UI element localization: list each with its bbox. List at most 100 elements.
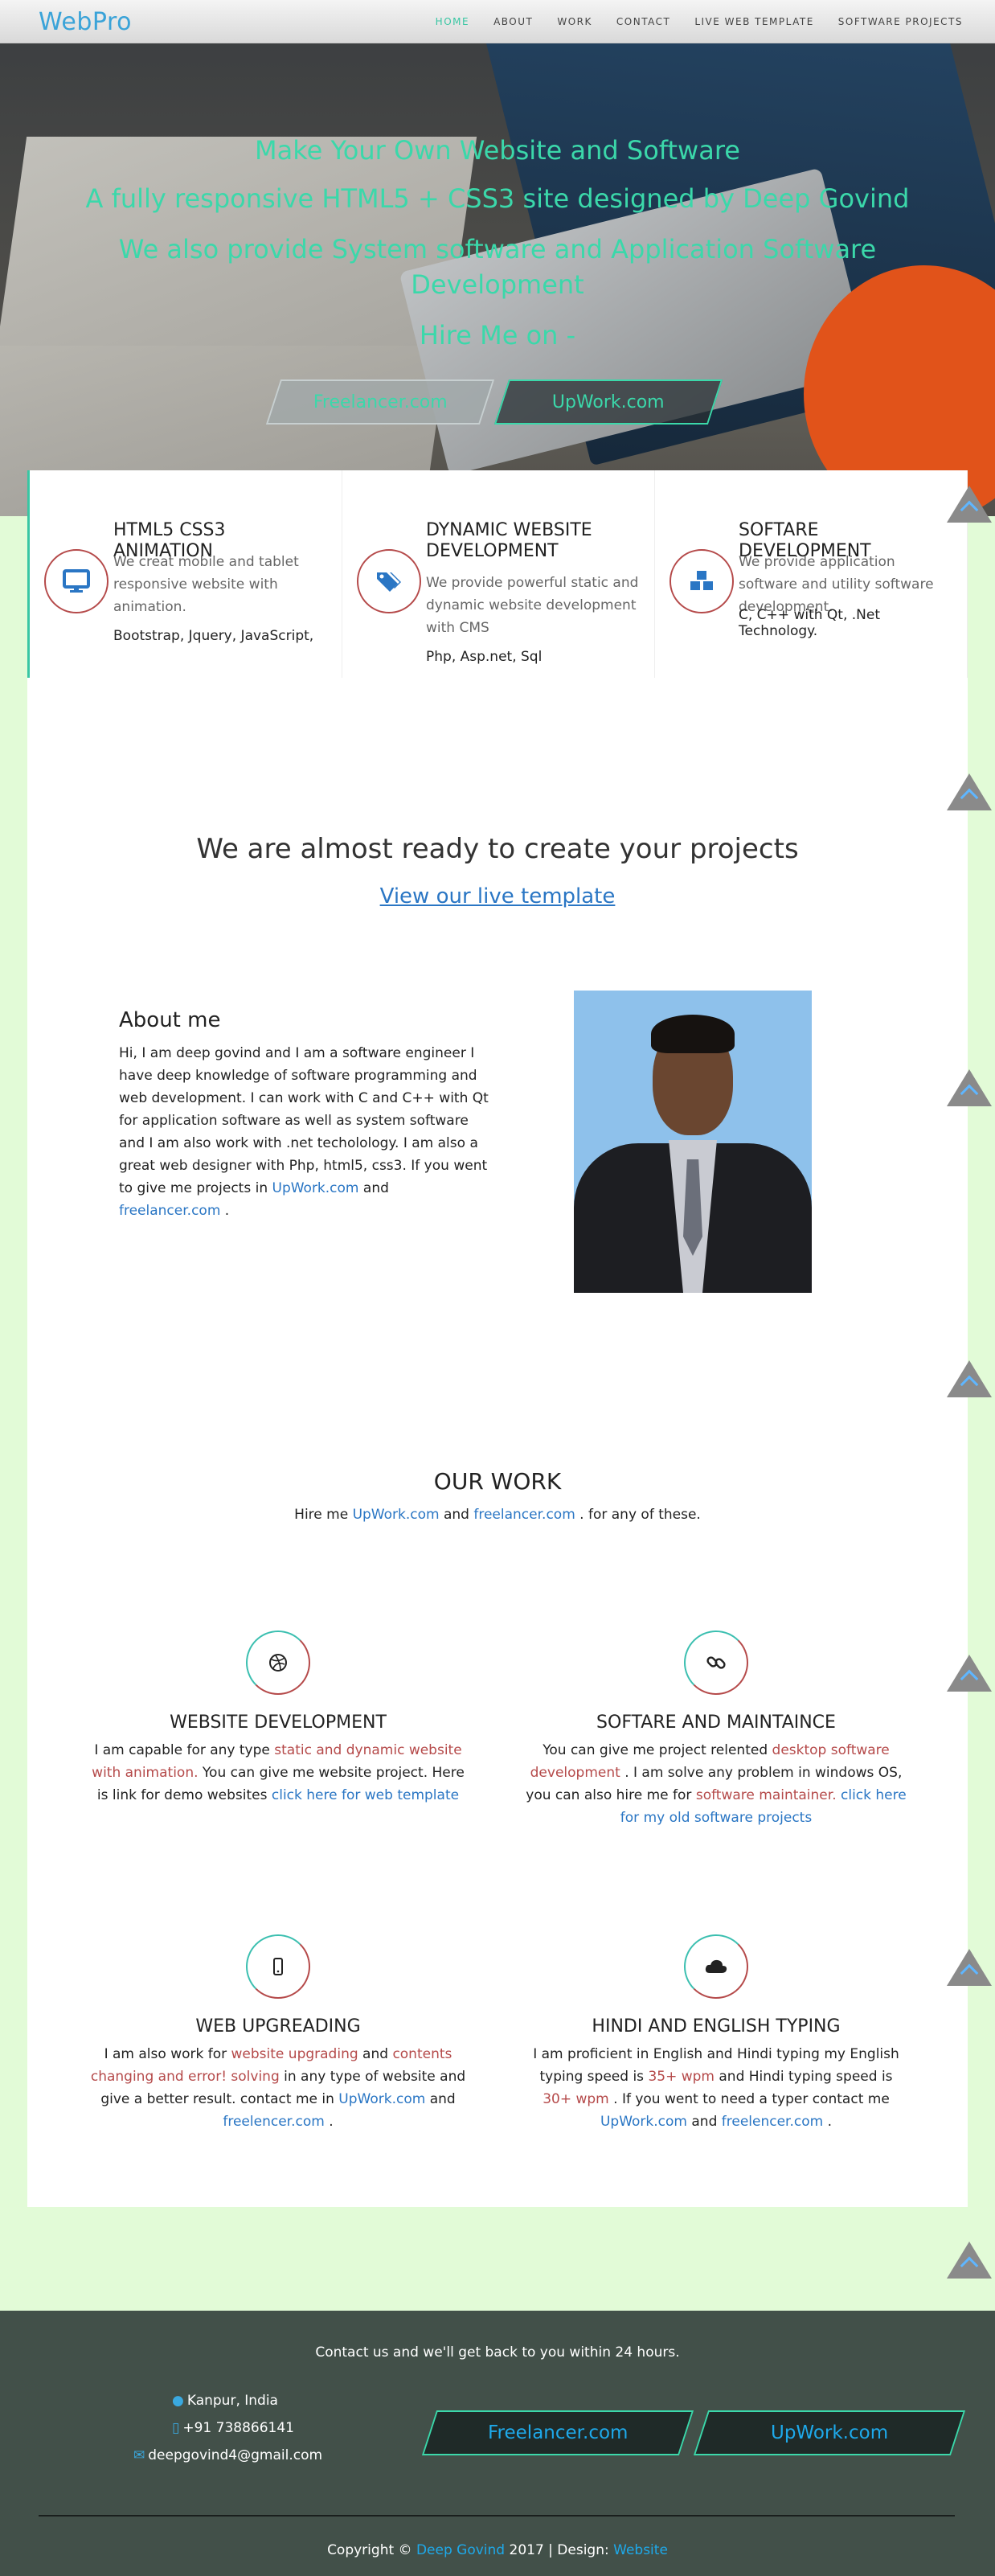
hero-section: Make Your Own Website and Software A ful… [0, 0, 995, 516]
service-description: I am capable for any type static and dyn… [85, 1739, 471, 1807]
hero-upwork-button[interactable]: UpWork.com [493, 379, 723, 425]
service-title: HINDI AND ENGLISH TYPING [592, 2016, 841, 2037]
work-sub-post: . for any of these. [579, 1507, 701, 1523]
feature-software: SOFTARE DEVELOPMENT We provide applicati… [655, 470, 968, 678]
about-title: About me [119, 1008, 221, 1032]
service-text: . [329, 2114, 334, 2130]
footer-phone-text: +91 738866141 [182, 2420, 294, 2436]
footer-freelancer-button[interactable]: Freelancer.com [421, 2410, 694, 2455]
feature-dynamic-website: DYNAMIC WEBSITE DEVELOPMENT We provide p… [342, 470, 655, 678]
brand-logo[interactable]: WebPro [39, 8, 132, 36]
service-text: . [827, 2114, 833, 2130]
service-highlight: software maintainer. [695, 1787, 837, 1803]
service-description: I am also work for website upgrading and… [85, 2043, 471, 2133]
ready-title: We are almost ready to create your proje… [196, 833, 799, 865]
about-and: and [362, 1180, 389, 1196]
design-website-link[interactable]: Website [613, 2542, 668, 2558]
service-text: and [691, 2114, 718, 2130]
about-upwork-link[interactable]: UpWork.com [272, 1180, 359, 1196]
footer: Contact us and we'll get back to you wit… [0, 2311, 995, 2576]
about-freelancer-link[interactable]: freelancer.com [119, 1203, 220, 1219]
footer-divider [39, 2515, 955, 2517]
service-title: SOFTARE AND MAINTAINCE [596, 1713, 836, 1733]
nav-item-about[interactable]: ABOUT [493, 16, 533, 27]
back-to-top-button[interactable] [947, 486, 992, 523]
footer-contact-line: Contact us and we'll get back to you wit… [315, 2344, 680, 2361]
mobile-icon [246, 1934, 310, 1999]
typing-freelancer-link[interactable]: freelencer.com [722, 2114, 823, 2130]
footer-buttons: Freelancer.com UpWork.com [421, 2410, 966, 2455]
work-sub-pre: Hire me [294, 1507, 349, 1523]
work-sub-and: and [443, 1507, 469, 1523]
back-to-top-button[interactable] [947, 1360, 992, 1397]
service-text: . If you went to need a typer contact me [613, 2091, 890, 2107]
hero-buttons: Freelancer.com UpWork.com [265, 379, 723, 425]
monitor-icon [44, 549, 109, 613]
envelope-icon: ✉ [133, 2447, 145, 2463]
footer-email-text[interactable]: deepgovind4@gmail.com [148, 2447, 322, 2463]
service-description: I am proficient in English and Hindi typ… [523, 2043, 909, 2133]
nav-item-live-web-template[interactable]: LIVE WEB TEMPLATE [694, 16, 813, 27]
about-end: . [224, 1203, 230, 1219]
back-to-top-button[interactable] [947, 1069, 992, 1106]
hero-hire-line: Hire Me on - [419, 320, 576, 351]
service-title: WEBSITE DEVELOPMENT [170, 1713, 387, 1733]
copyright-author-link[interactable]: Deep Govind [416, 2542, 505, 2558]
live-template-link[interactable]: View our live template [0, 884, 995, 909]
back-to-top-button[interactable] [947, 1949, 992, 1986]
work-upwork-link[interactable]: UpWork.com [353, 1507, 440, 1523]
service-title: WEB UPGREADING [195, 2016, 361, 2037]
nav-menu: HOME ABOUT WORK CONTACT LIVE WEB TEMPLAT… [436, 16, 963, 27]
photo-hair [651, 1015, 735, 1053]
typing-upwork-link[interactable]: UpWork.com [600, 2114, 687, 2130]
back-to-top-button[interactable] [947, 773, 992, 810]
footer-upwork-label: UpWork.com [770, 2422, 889, 2443]
feature-description: We creat mobile and tablet responsive we… [113, 554, 299, 615]
upgrade-upwork-link[interactable]: UpWork.com [338, 2091, 425, 2107]
web-template-link[interactable]: click here for web template [272, 1787, 459, 1803]
hero-subheadline: A fully responsive HTML5 + CSS3 site des… [85, 183, 910, 214]
phone-icon: ▯ [172, 2420, 180, 2436]
copyright-middle: 2017 | Design: [509, 2542, 609, 2558]
hero-freelancer-label: Freelancer.com [313, 392, 448, 412]
service-text: and [362, 2046, 389, 2062]
copyright-prefix: Copyright © [327, 2542, 412, 2558]
about-body: Hi, I am deep govind and I am a software… [119, 1045, 489, 1196]
service-web-upgrading: WEB UPGREADING I am also work for websit… [85, 1934, 471, 2133]
service-highlight: 30+ wpm [543, 2091, 609, 2107]
footer-location: ● Kanpur, India [172, 2393, 278, 2409]
nav-item-software-projects[interactable]: SOFTWARE PROJECTS [838, 16, 963, 27]
service-text: and Hindi typing speed is [719, 2069, 893, 2085]
feature-technologies: C, C++ with Qt, .Net Technology. [739, 607, 881, 639]
work-freelancer-link[interactable]: freelancer.com [473, 1507, 575, 1523]
back-to-top-button[interactable] [947, 1655, 992, 1692]
feature-row: HTML5 CSS3 ANIMATION We creat mobile and… [27, 470, 968, 678]
nav-item-contact[interactable]: CONTACT [616, 16, 670, 27]
profile-photo [574, 991, 812, 1293]
link-icon [684, 1631, 748, 1695]
footer-freelancer-label: Freelancer.com [487, 2422, 629, 2443]
feature-description: We provide powerful static and dynamic w… [426, 575, 639, 636]
feature-technologies: Php, Asp.net, Sql [426, 649, 543, 665]
cubes-icon [669, 549, 734, 613]
service-text: and [429, 2091, 456, 2107]
map-marker-icon: ● [172, 2393, 184, 2409]
footer-location-text: Kanpur, India [186, 2393, 278, 2409]
about-text: Hi, I am deep govind and I am a software… [119, 1042, 489, 1222]
nav-item-home[interactable]: HOME [436, 16, 469, 27]
service-text: I am capable for any type [94, 1742, 270, 1758]
footer-upwork-button[interactable]: UpWork.com [693, 2410, 966, 2455]
top-navbar: WebPro HOME ABOUT WORK CONTACT LIVE WEB … [0, 0, 995, 43]
service-text: You can give me project relented [543, 1742, 768, 1758]
work-subtitle: Hire me UpWork.com and freelancer.com . … [0, 1507, 995, 1523]
nav-item-work[interactable]: WORK [557, 16, 592, 27]
cloud-icon [684, 1934, 748, 1999]
hero-headline: Make Your Own Website and Software [255, 135, 740, 166]
hero-freelancer-button[interactable]: Freelancer.com [265, 379, 495, 425]
back-to-top-button[interactable] [947, 2242, 992, 2279]
dribbble-icon [246, 1631, 310, 1695]
service-highlight: 35+ wpm [648, 2069, 715, 2085]
copyright: Copyright © Deep Govind 2017 | Design: W… [0, 2542, 995, 2558]
upgrade-freelancer-link[interactable]: freelencer.com [223, 2114, 324, 2130]
service-software-maintenance: SOFTARE AND MAINTAINCE You can give me p… [523, 1631, 909, 1829]
